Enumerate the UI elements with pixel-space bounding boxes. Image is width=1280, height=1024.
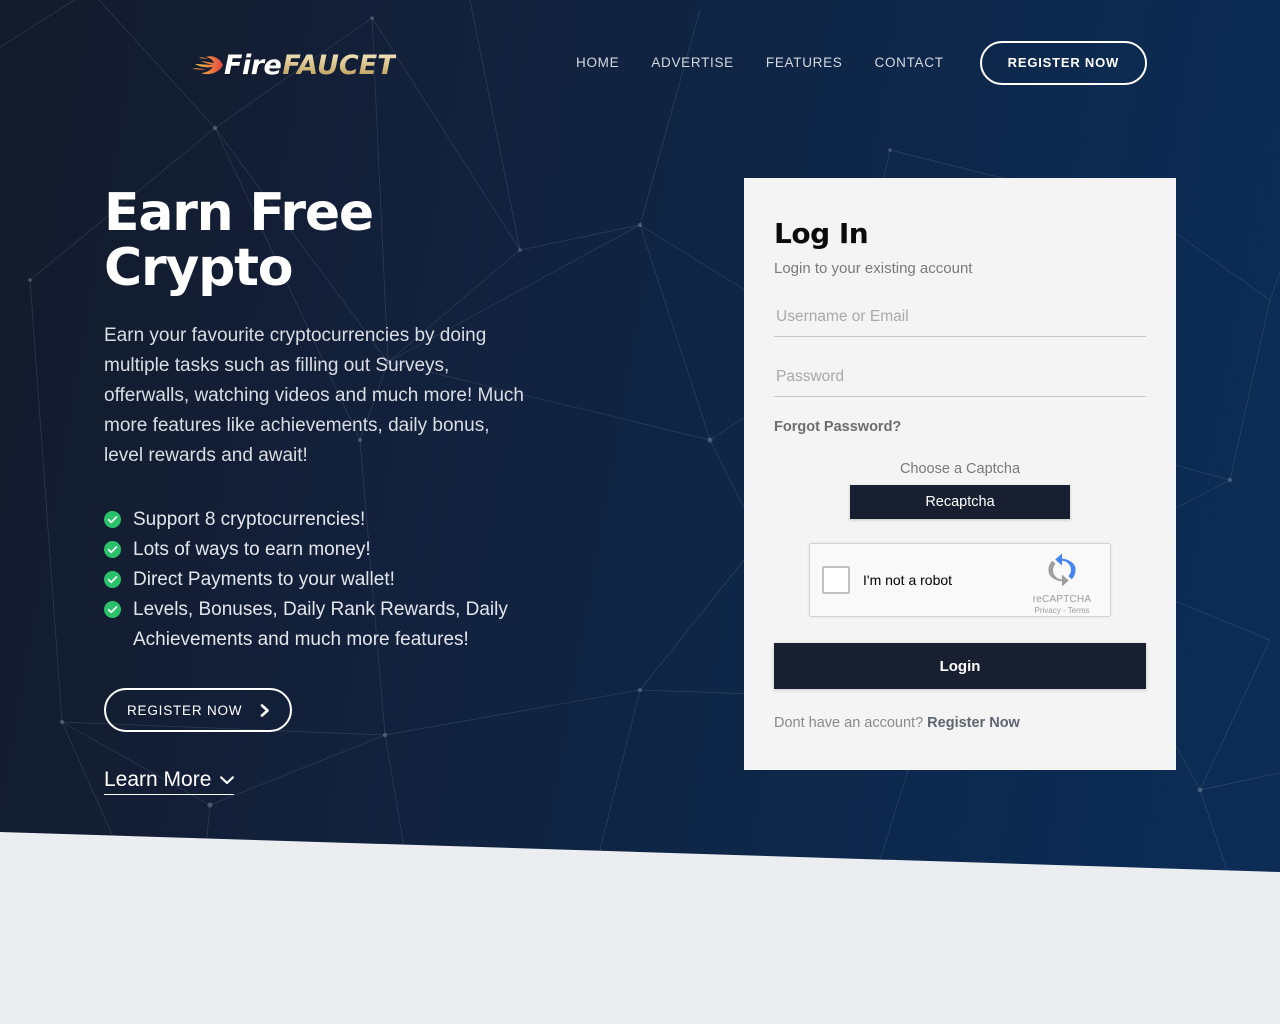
username-input[interactable] [774,302,1146,337]
learn-more-label: Learn More [104,768,212,792]
username-field-wrapper [774,302,1146,337]
recaptcha-brand-label: reCAPTCHA [1032,594,1092,605]
recaptcha-privacy-link[interactable]: Privacy [1035,606,1061,615]
check-circle-icon [104,571,121,589]
check-circle-icon [104,511,121,529]
nav-item-advertise[interactable]: ADVERTISE [635,40,750,86]
site-logo[interactable]: Fire FAUCET [190,48,396,82]
logo-text-faucet: FAUCET [282,49,396,81]
password-input[interactable] [774,362,1146,397]
hero-content: Earn Free Crypto Earn your favourite cry… [104,183,574,796]
list-item: Levels, Bonuses, Daily Rank Rewards, Dai… [104,595,574,655]
captcha-option-recaptcha-button[interactable]: Recaptcha [850,485,1070,519]
login-subtitle: Login to your existing account [774,260,973,277]
password-field-wrapper [774,362,1146,397]
nav-item-contact[interactable]: CONTACT [859,40,960,86]
chevron-down-icon [220,775,235,785]
logo-text-fire: Fire [224,49,282,81]
choose-captcha-label: Choose a Captcha [899,461,1021,477]
hero-subtitle: Earn your favourite cryptocurrencies by … [104,325,524,467]
hero-register-now-button[interactable]: REGISTER NOW [104,688,293,733]
list-item: Direct Payments to your wallet! [104,565,574,595]
learn-more-link[interactable]: Learn More [104,768,235,796]
feature-label: Levels, Bonuses, Daily Rank Rewards, Dai… [133,599,508,651]
recaptcha-terms-link[interactable]: Terms [1068,606,1090,615]
flame-icon [192,56,223,75]
signup-prompt-text: Dont have an account? [774,715,924,731]
recaptcha-logo-icon [1048,553,1076,587]
feature-label: Direct Payments to your wallet! [133,569,395,591]
recaptcha-checkbox[interactable] [822,566,850,594]
check-circle-icon [104,541,121,559]
feature-label: Support 8 cryptocurrencies! [133,509,366,531]
nav-item-features[interactable]: FEATURES [750,40,859,86]
feature-label: Lots of ways to earn money! [133,539,371,561]
feature-list: Support 8 cryptocurrencies! Lots of ways… [104,505,574,655]
chevron-right-icon [260,703,270,717]
main-navigation: HOME ADVERTISE FEATURES CONTACT REGISTER… [560,40,1148,86]
login-title: Log In [774,217,869,250]
recaptcha-legal-links: Privacy - Terms [1024,606,1100,615]
login-card: Log In Login to your existing account Fo… [744,178,1176,770]
recaptcha-branding: reCAPTCHA Privacy - Terms [1024,552,1100,615]
hero-register-label: REGISTER NOW [127,702,243,718]
nav-item-home[interactable]: HOME [560,40,635,86]
card-register-now-link[interactable]: Register Now [927,715,1020,731]
login-button[interactable]: Login [774,643,1146,689]
page-title: Earn Free Crypto [104,183,374,298]
check-circle-icon [104,601,121,619]
recaptcha-widget[interactable]: I'm not a robot reCAPTCHA Privacy - Term… [809,543,1111,617]
forgot-password-link[interactable]: Forgot Password? [774,419,901,435]
recaptcha-legal-separator: - [1062,606,1066,615]
signup-prompt-row: Dont have an account? Register Now [774,715,1146,731]
list-item: Support 8 cryptocurrencies! [104,505,574,535]
recaptcha-checkbox-label: I'm not a robot [863,572,953,588]
site-header: Fire FAUCET HOME ADVERTISE FEATURES CONT… [0,0,1280,125]
header-register-now-button[interactable]: REGISTER NOW [979,41,1148,85]
list-item: Lots of ways to earn money! [104,535,574,565]
